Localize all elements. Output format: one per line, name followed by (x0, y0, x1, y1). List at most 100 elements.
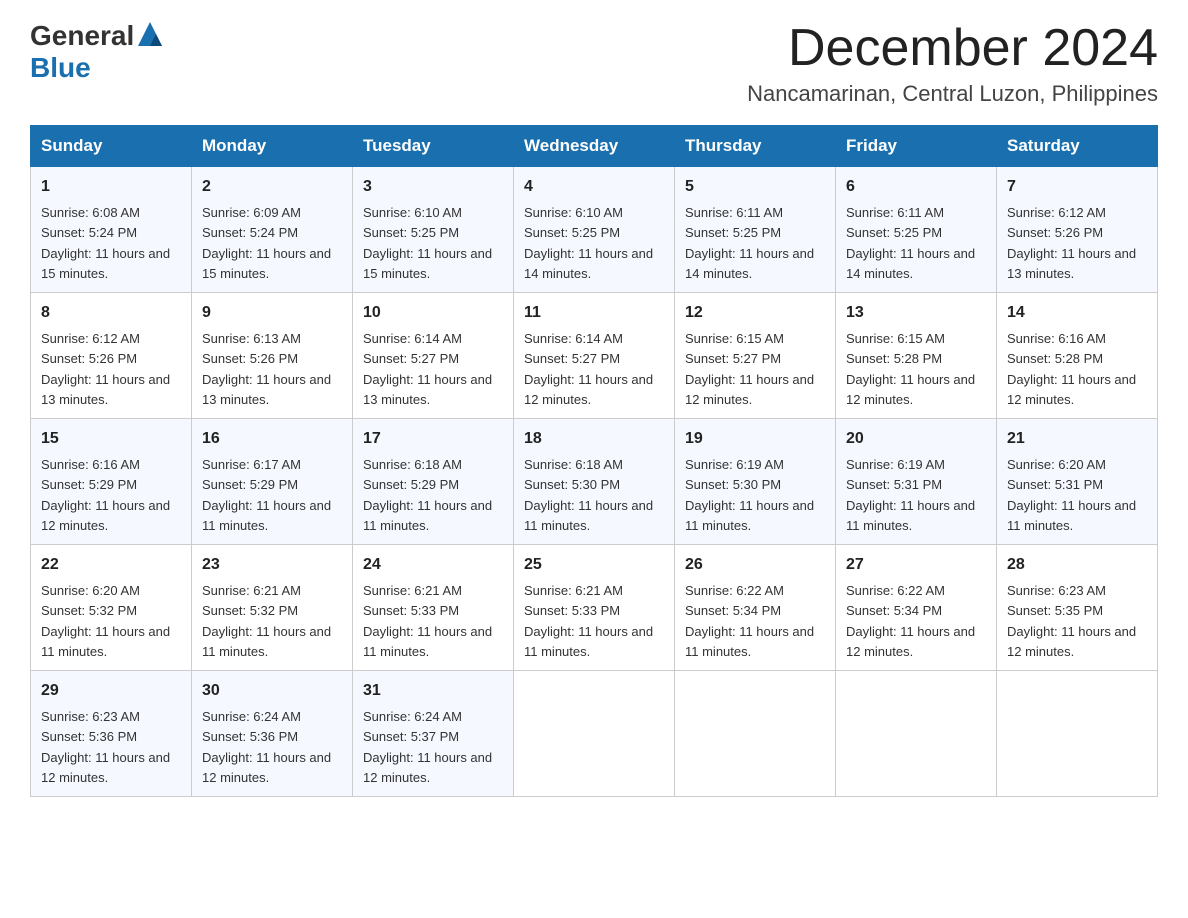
day-info: Sunrise: 6:17 AMSunset: 5:29 PMDaylight:… (202, 457, 331, 533)
calendar-cell: 5 Sunrise: 6:11 AMSunset: 5:25 PMDaylight… (675, 167, 836, 293)
title-block: December 2024 Nancamarinan, Central Luzo… (747, 20, 1158, 107)
calendar-cell (997, 671, 1158, 797)
calendar-week-row: 1Sunrise: 6:08 AMSunset: 5:24 PMDaylight… (31, 167, 1158, 293)
day-info: Sunrise: 6:18 AMSunset: 5:29 PMDaylight:… (363, 457, 492, 533)
day-info: Sunrise: 6:19 AMSunset: 5:30 PMDaylight:… (685, 457, 814, 533)
col-wednesday: Wednesday (514, 126, 675, 167)
col-saturday: Saturday (997, 126, 1158, 167)
calendar-cell: 6Sunrise: 6:11 AMSunset: 5:25 PMDaylight… (836, 167, 997, 293)
page-header: General Blue December 2024 Nancamarinan,… (30, 20, 1158, 107)
day-number: 2 (202, 175, 342, 199)
day-number: 18 (524, 427, 664, 451)
calendar-header: Sunday Monday Tuesday Wednesday Thursday… (31, 126, 1158, 167)
day-info: Sunrise: 6:22 AMSunset: 5:34 PMDaylight:… (846, 583, 975, 659)
logo-blue: Blue (30, 52, 91, 83)
calendar-cell: 4 Sunrise: 6:10 AMSunset: 5:25 PMDaylight… (514, 167, 675, 293)
day-info: Sunrise: 6:20 AMSunset: 5:31 PMDaylight:… (1007, 457, 1136, 533)
day-number: 20 (846, 427, 986, 451)
day-info: Sunrise: 6:23 AMSunset: 5:36 PMDaylight:… (41, 709, 170, 785)
day-number: 4 (524, 175, 664, 199)
calendar-cell: 22Sunrise: 6:20 AMSunset: 5:32 PMDayligh… (31, 545, 192, 671)
calendar-cell (514, 671, 675, 797)
col-thursday: Thursday (675, 126, 836, 167)
day-number: 25 (524, 553, 664, 577)
header-row: Sunday Monday Tuesday Wednesday Thursday… (31, 126, 1158, 167)
calendar-week-row: 29 Sunrise: 6:23 AMSunset: 5:36 PMDayligh… (31, 671, 1158, 797)
day-number: 26 (685, 553, 825, 577)
calendar-cell: 12Sunrise: 6:15 AMSunset: 5:27 PMDayligh… (675, 293, 836, 419)
day-info: Sunrise: 6:21 AMSunset: 5:32 PMDaylight:… (202, 583, 331, 659)
day-info: Sunrise: 6:15 AMSunset: 5:28 PMDaylight:… (846, 331, 975, 407)
calendar-cell: 19 Sunrise: 6:19 AMSunset: 5:30 PMDayligh… (675, 419, 836, 545)
calendar-cell: 17Sunrise: 6:18 AMSunset: 5:29 PMDayligh… (353, 419, 514, 545)
calendar-cell: 9Sunrise: 6:13 AMSunset: 5:26 PMDaylight… (192, 293, 353, 419)
col-friday: Friday (836, 126, 997, 167)
calendar-cell: 7 Sunrise: 6:12 AMSunset: 5:26 PMDaylight… (997, 167, 1158, 293)
day-number: 14 (1007, 301, 1147, 325)
col-monday: Monday (192, 126, 353, 167)
day-info: Sunrise: 6:24 AMSunset: 5:36 PMDaylight:… (202, 709, 331, 785)
logo-icon (136, 20, 164, 48)
day-info: Sunrise: 6:12 AMSunset: 5:26 PMDaylight:… (1007, 205, 1136, 281)
calendar-cell (836, 671, 997, 797)
location-subtitle: Nancamarinan, Central Luzon, Philippines (747, 81, 1158, 107)
calendar-cell: 18Sunrise: 6:18 AMSunset: 5:30 PMDayligh… (514, 419, 675, 545)
day-number: 29 (41, 679, 181, 703)
calendar-cell: 24 Sunrise: 6:21 AMSunset: 5:33 PMDayligh… (353, 545, 514, 671)
day-number: 31 (363, 679, 503, 703)
day-number: 7 (1007, 175, 1147, 199)
day-info: Sunrise: 6:21 AMSunset: 5:33 PMDaylight:… (524, 583, 653, 659)
calendar-cell (675, 671, 836, 797)
calendar-cell: 31 Sunrise: 6:24 AMSunset: 5:37 PMDayligh… (353, 671, 514, 797)
calendar-week-row: 22Sunrise: 6:20 AMSunset: 5:32 PMDayligh… (31, 545, 1158, 671)
day-number: 9 (202, 301, 342, 325)
day-number: 11 (524, 301, 664, 325)
calendar-cell: 23Sunrise: 6:21 AMSunset: 5:32 PMDayligh… (192, 545, 353, 671)
day-info: Sunrise: 6:16 AMSunset: 5:29 PMDaylight:… (41, 457, 170, 533)
day-info: Sunrise: 6:11 AMSunset: 5:25 PMDaylight:… (846, 205, 975, 281)
day-info: Sunrise: 6:14 AMSunset: 5:27 PMDaylight:… (363, 331, 492, 407)
calendar-cell: 1Sunrise: 6:08 AMSunset: 5:24 PMDaylight… (31, 167, 192, 293)
day-info: Sunrise: 6:16 AMSunset: 5:28 PMDaylight:… (1007, 331, 1136, 407)
day-info: Sunrise: 6:21 AMSunset: 5:33 PMDaylight:… (363, 583, 492, 659)
day-info: Sunrise: 6:08 AMSunset: 5:24 PMDaylight:… (41, 205, 170, 281)
day-number: 24 (363, 553, 503, 577)
day-info: Sunrise: 6:10 AMSunset: 5:25 PMDaylight:… (363, 205, 492, 281)
col-tuesday: Tuesday (353, 126, 514, 167)
day-number: 13 (846, 301, 986, 325)
calendar-cell: 3 Sunrise: 6:10 AMSunset: 5:25 PMDaylight… (353, 167, 514, 293)
day-number: 21 (1007, 427, 1147, 451)
day-number: 5 (685, 175, 825, 199)
calendar-week-row: 15 Sunrise: 6:16 AMSunset: 5:29 PMDayligh… (31, 419, 1158, 545)
calendar-cell: 2Sunrise: 6:09 AMSunset: 5:24 PMDaylight… (192, 167, 353, 293)
calendar-cell: 8Sunrise: 6:12 AMSunset: 5:26 PMDaylight… (31, 293, 192, 419)
logo-general: General (30, 20, 134, 52)
day-number: 28 (1007, 553, 1147, 577)
day-info: Sunrise: 6:22 AMSunset: 5:34 PMDaylight:… (685, 583, 814, 659)
day-info: Sunrise: 6:11 AMSunset: 5:25 PMDaylight:… (685, 205, 814, 281)
calendar-cell: 15 Sunrise: 6:16 AMSunset: 5:29 PMDayligh… (31, 419, 192, 545)
day-number: 16 (202, 427, 342, 451)
day-number: 22 (41, 553, 181, 577)
day-info: Sunrise: 6:10 AMSunset: 5:25 PMDaylight:… (524, 205, 653, 281)
calendar-cell: 30Sunrise: 6:24 AMSunset: 5:36 PMDayligh… (192, 671, 353, 797)
day-info: Sunrise: 6:14 AMSunset: 5:27 PMDaylight:… (524, 331, 653, 407)
calendar-table: Sunday Monday Tuesday Wednesday Thursday… (30, 125, 1158, 797)
day-info: Sunrise: 6:24 AMSunset: 5:37 PMDaylight:… (363, 709, 492, 785)
day-number: 27 (846, 553, 986, 577)
logo: General Blue (30, 20, 166, 84)
day-info: Sunrise: 6:12 AMSunset: 5:26 PMDaylight:… (41, 331, 170, 407)
day-info: Sunrise: 6:23 AMSunset: 5:35 PMDaylight:… (1007, 583, 1136, 659)
calendar-cell: 26 Sunrise: 6:22 AMSunset: 5:34 PMDayligh… (675, 545, 836, 671)
calendar-cell: 10Sunrise: 6:14 AMSunset: 5:27 PMDayligh… (353, 293, 514, 419)
calendar-cell: 11 Sunrise: 6:14 AMSunset: 5:27 PMDayligh… (514, 293, 675, 419)
calendar-cell: 29 Sunrise: 6:23 AMSunset: 5:36 PMDayligh… (31, 671, 192, 797)
col-sunday: Sunday (31, 126, 192, 167)
day-number: 3 (363, 175, 503, 199)
calendar-cell: 27 Sunrise: 6:22 AMSunset: 5:34 PMDayligh… (836, 545, 997, 671)
calendar-cell: 13 Sunrise: 6:15 AMSunset: 5:28 PMDayligh… (836, 293, 997, 419)
day-number: 19 (685, 427, 825, 451)
day-info: Sunrise: 6:19 AMSunset: 5:31 PMDaylight:… (846, 457, 975, 533)
day-number: 15 (41, 427, 181, 451)
calendar-cell: 16 Sunrise: 6:17 AMSunset: 5:29 PMDayligh… (192, 419, 353, 545)
